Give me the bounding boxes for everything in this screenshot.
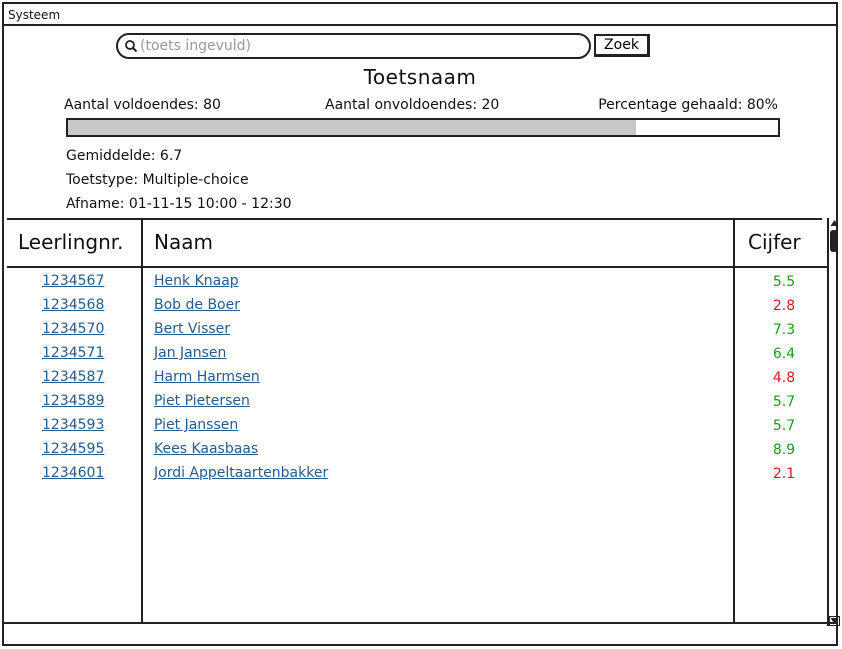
- column-header-student-number[interactable]: Leerlingnr.: [18, 230, 124, 254]
- search-icon: [125, 40, 138, 53]
- student-grade: 5.7: [772, 394, 796, 410]
- student-number-link[interactable]: 1234593: [42, 417, 104, 433]
- student-number-link[interactable]: 1234571: [42, 345, 104, 361]
- pass-percentage: Percentage gehaald: 80%: [598, 97, 778, 113]
- student-name-link[interactable]: Jordi Appeltaartenbakker: [154, 465, 328, 481]
- student-name-link[interactable]: Bob de Boer: [154, 297, 240, 313]
- passes-count: Aantal voldoendes: 80: [64, 97, 221, 113]
- student-number-link[interactable]: 1234587: [42, 369, 104, 385]
- column-header-grade[interactable]: Cijfer: [748, 230, 801, 254]
- student-grade: 5.5: [772, 274, 796, 290]
- student-name-link[interactable]: Kees Kaasbaas: [154, 441, 258, 457]
- status-bar: [4, 622, 836, 644]
- column-header-name[interactable]: Naam: [154, 230, 213, 254]
- student-grade: 2.1: [772, 466, 796, 482]
- student-name-link[interactable]: Jan Jansen: [154, 345, 226, 361]
- app-window: Systeem Zoek Toetsnaam Aantal voldoendes…: [2, 2, 840, 646]
- column-divider: [141, 218, 143, 624]
- pass-progress-fill: [68, 120, 636, 135]
- student-grade: 6.4: [772, 346, 796, 362]
- student-number-link[interactable]: 1234595: [42, 441, 104, 457]
- table-header-divider: [7, 266, 828, 268]
- student-number-link[interactable]: 1234601: [42, 465, 104, 481]
- fails-count: Aantal onvoldoendes: 20: [325, 97, 500, 113]
- test-title: Toetsnaam: [363, 65, 477, 89]
- student-name-link[interactable]: Harm Harmsen: [154, 369, 260, 385]
- student-grade: 8.9: [772, 442, 796, 458]
- student-grade: 5.7: [772, 418, 796, 434]
- test-type: Toetstype: Multiple-choice: [66, 172, 249, 188]
- student-name-link[interactable]: Piet Janssen: [154, 417, 238, 433]
- vertical-scrollbar[interactable]: [827, 218, 840, 626]
- table-top-border: [7, 218, 822, 220]
- window-title: Systeem: [8, 8, 61, 22]
- student-grade: 7.3: [772, 322, 796, 338]
- student-grade: 2.8: [772, 298, 796, 314]
- scrollbar-thumb[interactable]: [830, 230, 838, 252]
- search-input[interactable]: [140, 36, 580, 56]
- title-bar: Systeem: [4, 4, 836, 26]
- student-name-link[interactable]: Bert Visser: [154, 321, 230, 337]
- average-grade: Gemiddelde: 6.7: [66, 148, 183, 164]
- student-name-link[interactable]: Henk Knaap: [154, 273, 239, 289]
- student-number-link[interactable]: 1234570: [42, 321, 104, 337]
- test-date: Afname: 01-11-15 10:00 - 12:30: [66, 196, 292, 212]
- scroll-up-icon[interactable]: [829, 218, 840, 228]
- pass-progress-bar: [66, 118, 780, 137]
- search-box[interactable]: [116, 33, 591, 59]
- student-number-link[interactable]: 1234567: [42, 273, 104, 289]
- search-button[interactable]: Zoek: [594, 34, 650, 57]
- student-name-link[interactable]: Piet Pietersen: [154, 393, 250, 409]
- student-number-link[interactable]: 1234589: [42, 393, 104, 409]
- student-number-link[interactable]: 1234568: [42, 297, 104, 313]
- column-divider: [733, 218, 735, 624]
- student-grade: 4.8: [772, 370, 796, 386]
